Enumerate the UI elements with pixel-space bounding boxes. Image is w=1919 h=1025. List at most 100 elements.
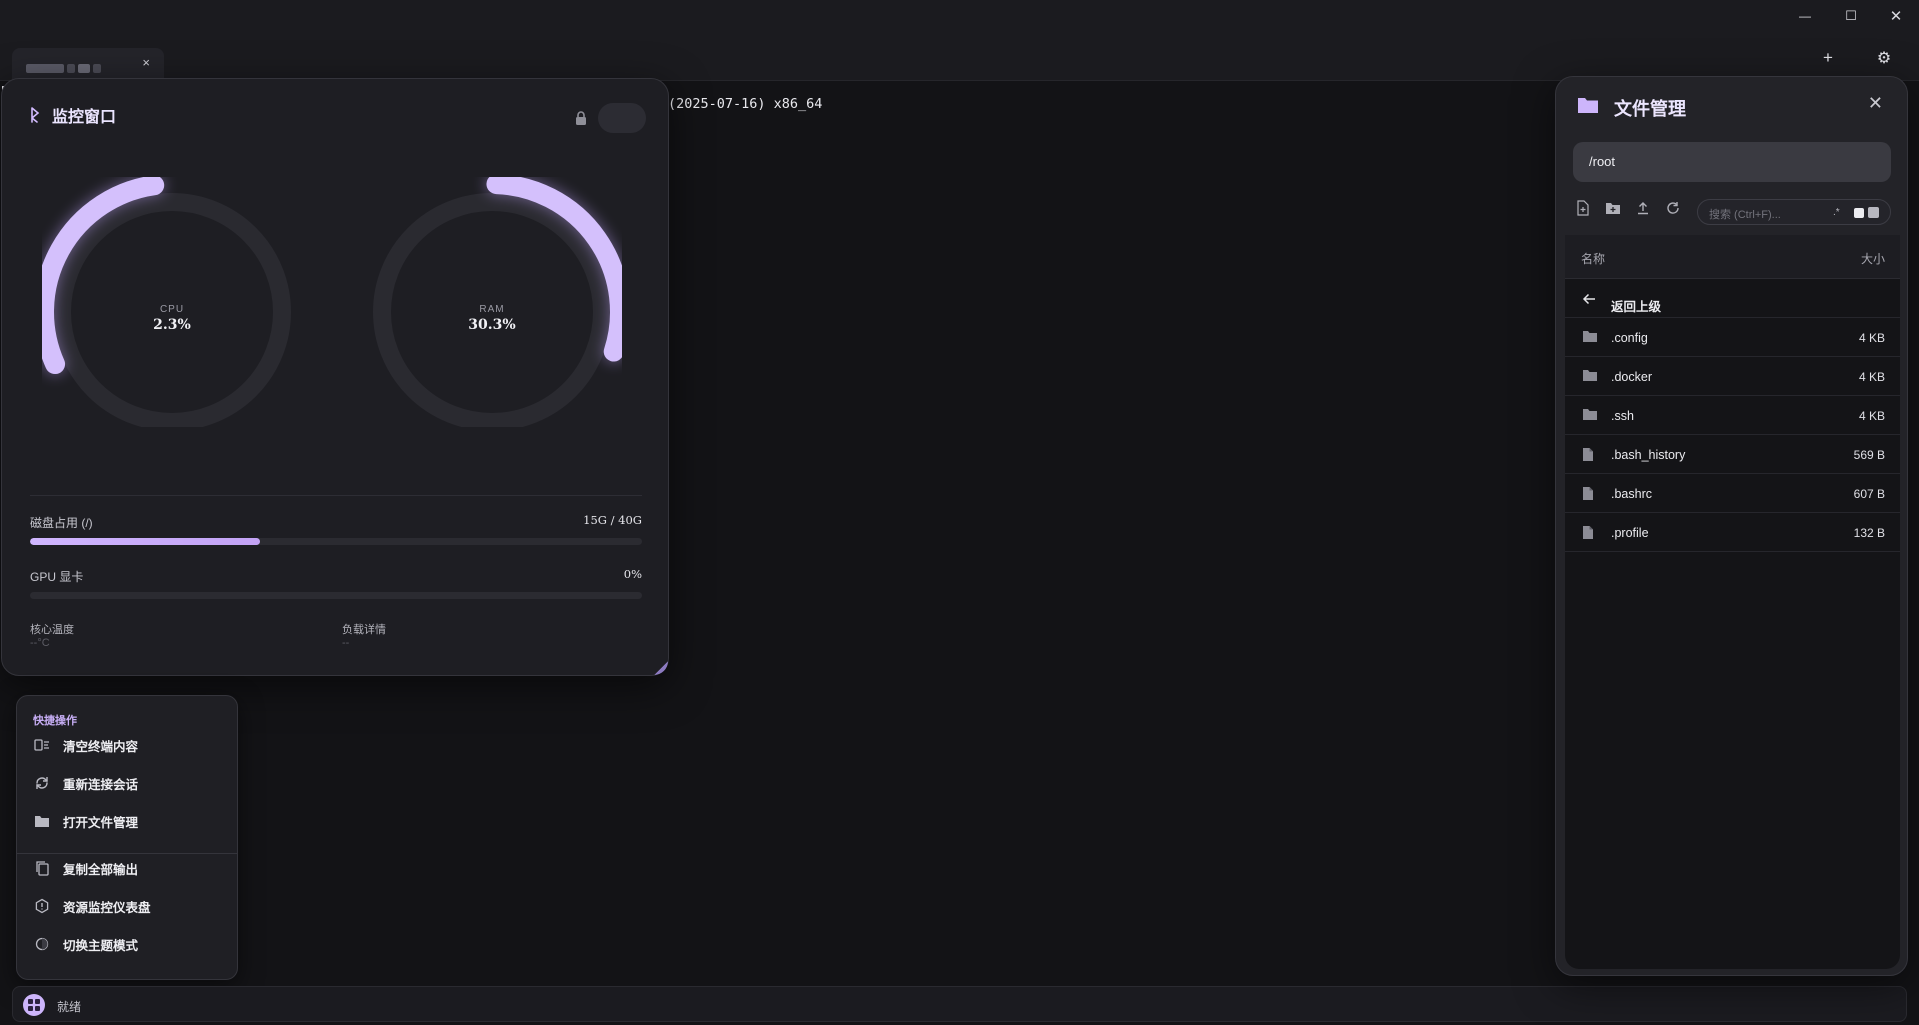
copy-output-label: 复制全部输出 — [63, 862, 139, 877]
open-file-manager-item[interactable]: 打开文件管理 — [17, 804, 239, 838]
file-size: 132 B — [1853, 526, 1885, 540]
maximize-icon: ☐ — [1845, 8, 1857, 23]
file-icon — [1582, 486, 1594, 506]
refresh-icon[interactable] — [1664, 199, 1682, 217]
status-text: 就绪 — [57, 1000, 82, 1014]
cpu-label: CPU — [159, 304, 185, 315]
regex-icon[interactable]: .* — [1833, 207, 1840, 218]
back-arrow-icon — [1582, 293, 1595, 305]
close-icon: ✕ — [1889, 8, 1903, 25]
terminal-output-line: (2025-07-16) x86_64 — [668, 96, 823, 112]
lock-icon[interactable] — [575, 111, 587, 125]
disk-value: 15G / 40G — [583, 513, 642, 527]
folder-icon — [1582, 330, 1598, 348]
file-row[interactable]: .docker 4 KB — [1565, 357, 1900, 396]
minimize-icon: — — [1799, 9, 1811, 23]
file-name: .profile — [1611, 526, 1649, 540]
new-tab-button[interactable]: + — [1814, 46, 1842, 70]
monitor-header: 监控窗口 — [28, 103, 116, 127]
folder-icon — [34, 813, 50, 829]
file-icon — [1582, 447, 1594, 467]
reconnect-icon — [34, 775, 50, 791]
file-manager-close-button[interactable]: ✕ — [1868, 93, 1883, 114]
ram-value: 30.3% — [468, 317, 516, 333]
load-value: -- — [342, 637, 350, 649]
load-label: 负载详情 — [342, 624, 386, 636]
file-row[interactable]: .bash_history 569 B — [1565, 435, 1900, 474]
new-folder-icon[interactable] — [1604, 199, 1622, 217]
terminal-tab[interactable]: × — [12, 48, 164, 81]
cpu-gauge: CPU 2.3% — [42, 177, 302, 427]
file-list: 名称 大小 返回上级 .config 4 KB .docker 4 KB .ssh 4 K… — [1565, 235, 1900, 969]
ram-gauge: RAM 30.3% — [362, 177, 622, 427]
temp-label: 核心温度 — [30, 624, 74, 636]
monitor-toggle[interactable] — [598, 103, 646, 133]
file-size: 4 KB — [1858, 409, 1885, 423]
cpu-gauge-ring — [42, 177, 291, 427]
monitor-icon — [31, 107, 40, 123]
gear-icon: ⚙ — [1876, 50, 1892, 67]
ram-label: RAM — [479, 304, 505, 315]
file-row[interactable]: .ssh 4 KB — [1565, 396, 1900, 435]
file-search-input[interactable]: 搜索 (Ctrl+F)... .* — [1697, 199, 1891, 225]
dashboard-icon — [34, 898, 50, 914]
case-toggle-icon[interactable] — [1854, 208, 1864, 218]
file-size: 4 KB — [1858, 331, 1885, 345]
close-window-button[interactable]: ✕ — [1873, 0, 1919, 32]
file-row[interactable]: .bashrc 607 B — [1565, 474, 1900, 513]
monitor-title: 监控窗口 — [52, 109, 117, 126]
folder-icon — [1582, 369, 1598, 387]
disk-progress-fill — [30, 538, 260, 545]
monitor-divider — [30, 495, 642, 496]
maximize-button[interactable]: ☐ — [1828, 0, 1874, 32]
copy-output-item[interactable]: 复制全部输出 — [17, 851, 239, 885]
file-name: .docker — [1611, 370, 1652, 384]
resource-dashboard-item[interactable]: 资源监控仪表盘 — [17, 889, 239, 923]
theme-icon — [34, 936, 50, 952]
file-size: 607 B — [1853, 487, 1885, 501]
file-manager-title: 文件管理 — [1614, 99, 1686, 119]
settings-button[interactable]: ⚙ — [1870, 46, 1898, 70]
back-label: 返回上级 — [1611, 300, 1662, 314]
resource-dashboard-label: 资源监控仪表盘 — [63, 900, 151, 915]
clear-terminal-item[interactable]: 清空终端内容 — [17, 728, 239, 762]
file-name: .config — [1611, 331, 1648, 345]
new-file-icon[interactable] — [1574, 199, 1592, 217]
column-name[interactable]: 名称 — [1581, 250, 1605, 267]
plus-icon: + — [1823, 48, 1833, 67]
toggle-theme-label: 切换主题模式 — [63, 938, 139, 953]
file-icon — [1582, 525, 1594, 545]
file-list-header: 名称 大小 — [1565, 235, 1900, 279]
path-input[interactable]: /root — [1573, 142, 1891, 182]
file-manager-panel: 文件管理 ✕ /root 搜索 (Ctrl+F)... .* 名称 大小 返回上… — [1555, 76, 1908, 976]
quick-actions-title: 快捷操作 — [33, 715, 77, 727]
gpu-progress — [30, 592, 642, 599]
toggle-theme-item[interactable]: 切换主题模式 — [17, 927, 239, 961]
status-bar: 就绪 — [12, 986, 1907, 1022]
back-row[interactable]: 返回上级 — [1565, 279, 1900, 318]
file-name: .bashrc — [1611, 487, 1652, 501]
column-size[interactable]: 大小 — [1861, 250, 1885, 267]
file-size: 4 KB — [1858, 370, 1885, 384]
upload-icon[interactable] — [1634, 199, 1652, 217]
open-file-manager-label: 打开文件管理 — [63, 815, 139, 830]
folder-icon — [1578, 98, 1598, 113]
copy-icon — [34, 860, 50, 876]
disk-progress — [30, 538, 642, 545]
cpu-value: 2.3% — [153, 317, 191, 333]
minimize-button[interactable]: — — [1782, 0, 1828, 32]
ram-gauge-ring — [373, 177, 622, 427]
clear-terminal-icon — [34, 737, 50, 753]
gpu-value: 0% — [623, 567, 642, 581]
reconnect-session-item[interactable]: 重新连接会话 — [17, 766, 239, 800]
title-bar: — ☐ ✕ — [0, 0, 1919, 32]
clear-terminal-label: 清空终端内容 — [63, 739, 139, 754]
file-row[interactable]: .profile 132 B — [1565, 513, 1900, 552]
disk-label: 磁盘占用 (/) — [30, 516, 93, 530]
monitor-panel[interactable]: 监控窗口 CPU 2.3% RAM 30.3% 磁盘占用 (/) 15G / 4… — [1, 78, 669, 676]
app-logo-icon[interactable] — [23, 994, 45, 1016]
tab-close-button[interactable]: × — [142, 55, 150, 70]
file-row[interactable]: .config 4 KB — [1565, 318, 1900, 357]
filter-icon[interactable] — [1868, 207, 1879, 218]
search-placeholder: 搜索 (Ctrl+F)... — [1709, 209, 1781, 221]
